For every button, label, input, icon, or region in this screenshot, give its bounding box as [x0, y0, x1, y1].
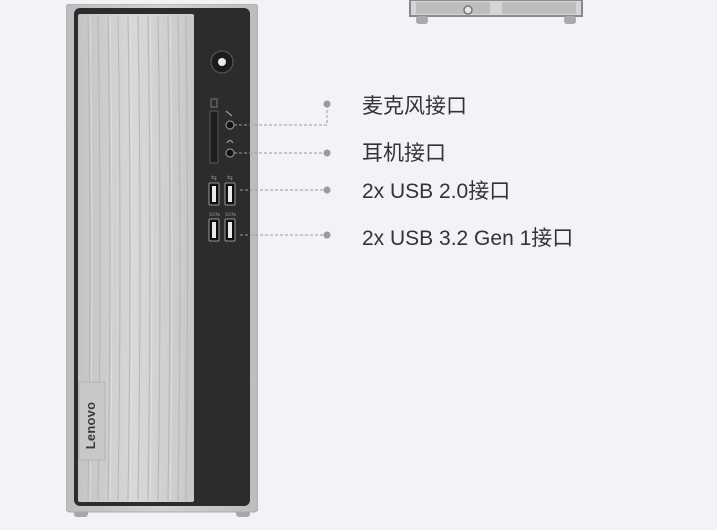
port-label-mic: 麦克风接口 — [362, 95, 467, 118]
brand-logo: Lenovo — [79, 395, 103, 455]
callout-dot-headphone — [323, 149, 331, 157]
callout-dot-usb3 — [323, 231, 331, 239]
svg-text:ss⇆: ss⇆ — [225, 211, 236, 218]
svg-text:⇆: ⇆ — [227, 174, 233, 182]
port-label-headphone: 耳机接口 — [362, 142, 446, 165]
brand-name: Lenovo — [83, 401, 99, 449]
top-device-partial — [409, 0, 583, 24]
port-label-usb2: 2x USB 2.0接口 — [362, 180, 511, 203]
callout-dot-usb2 — [323, 186, 331, 194]
product-illustration: ⇆ ⇆ ss⇆ ss⇆ Lenovo 麦克风接口 耳机接口 2x USB 2.0… — [0, 0, 717, 530]
screw-icon — [463, 5, 473, 15]
svg-text:⇆: ⇆ — [211, 174, 217, 182]
callout-dot-mic — [323, 100, 331, 108]
svg-text:ss⇆: ss⇆ — [209, 211, 220, 218]
port-label-usb3: 2x USB 3.2 Gen 1接口 — [362, 227, 574, 250]
power-button-icon — [210, 50, 234, 74]
